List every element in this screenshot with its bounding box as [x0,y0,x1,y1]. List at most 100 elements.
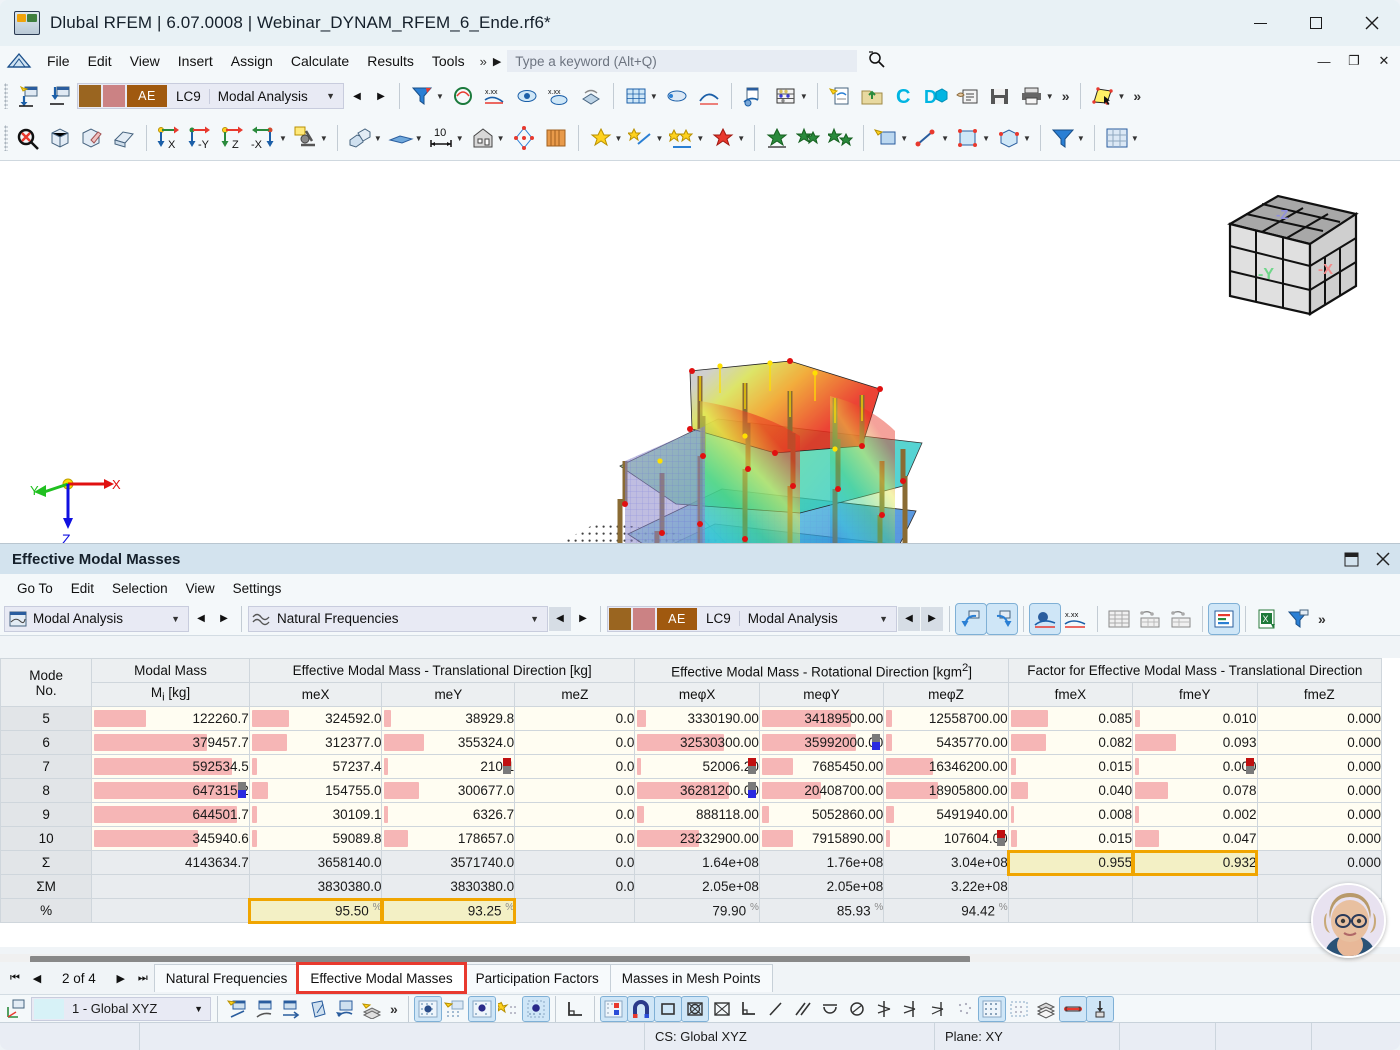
surface-element-icon[interactable] [386,123,416,153]
cell-mi[interactable]: 644501.7 [91,802,250,827]
menu-file[interactable]: File [38,50,79,72]
import-load-case-icon[interactable] [45,81,75,111]
edit-work-plane-icon[interactable] [305,997,331,1021]
cell-mez[interactable]: 0.0 [514,778,636,803]
chevron-down-icon[interactable]: ▼ [800,92,808,101]
cell-mex[interactable]: 59089.8 [248,826,383,851]
point-snap-icon[interactable] [521,995,550,1022]
cell-mphz[interactable]: 18905800.00 [883,778,1009,803]
load-surface-icon[interactable] [826,123,856,153]
filter-results-icon[interactable] [407,81,437,111]
chevron-down-icon[interactable]: ▼ [655,134,663,143]
cell-mi[interactable]: 379457.7 [91,730,250,755]
magnet-snap-icon[interactable] [626,995,655,1022]
render-layers-icon[interactable] [1033,997,1059,1021]
cell-mphx[interactable]: 32530300.00 [634,730,760,755]
panel-lc-prev-button[interactable]: ◀ [898,606,920,631]
snap-ellipse-icon[interactable] [844,997,870,1021]
model-cloud-icon[interactable]: D [921,81,951,111]
goto-next-result-icon[interactable] [986,602,1018,635]
snap-parallel-icon[interactable] [790,997,816,1021]
last-page-button[interactable]: ⏭ [132,966,154,990]
object-snap-icon[interactable] [467,995,496,1022]
search-icon[interactable] [867,50,887,72]
snap-point-cloud-icon[interactable] [952,997,978,1021]
analysis-next-button[interactable]: ▶ [213,607,235,631]
result-legend-icon[interactable] [694,81,724,111]
result-prev-button[interactable]: ◀ [549,606,571,631]
cell-fmez[interactable]: 0.000 [1256,826,1383,851]
minimize-button[interactable] [1232,0,1288,46]
cell-fmez[interactable]: 0.000 [1256,706,1383,731]
menu-edit[interactable]: Edit [79,50,121,72]
chevron-down-icon[interactable]: ▼ [900,134,908,143]
insert-solid-icon[interactable] [994,123,1024,153]
new-load-case-icon[interactable] [13,81,43,111]
extrude-model-icon[interactable] [109,123,139,153]
doc-minimize-button[interactable]: — [1314,51,1334,71]
cell-mphx[interactable]: 3330190.00 [634,706,760,731]
chevron-down-icon[interactable]: ▼ [415,134,423,143]
show-values-icon[interactable]: x.xx [480,81,510,111]
cell-mey[interactable]: 6326.7 [381,802,516,827]
model-viewport-3d[interactable]: X Y X Y Z [0,160,1400,557]
show-loads-icon[interactable] [1085,995,1114,1022]
snap-midpoint-icon[interactable] [653,995,682,1022]
snap-arc-icon[interactable] [817,997,843,1021]
open-folder-icon[interactable] [857,81,887,111]
toolbar-overflow-button-2[interactable]: » [1129,88,1145,104]
analysis-type-combo[interactable]: Modal Analysis ▼ [4,605,189,632]
panel-menu-edit[interactable]: Edit [62,579,103,598]
chevron-down-icon[interactable]: ▼ [1131,134,1139,143]
deformation-view-icon[interactable] [662,81,692,111]
table-selected-rows-icon[interactable] [1135,604,1165,634]
panel-lc-next-button[interactable]: ▶ [921,606,943,631]
cell-mex[interactable]: 312377.0 [248,730,383,755]
cell-mphy[interactable]: 7685450.00 [758,754,885,779]
chevron-down-icon[interactable]: ▼ [320,134,328,143]
cell-mey[interactable]: 38929.8 [381,706,516,731]
chevron-down-icon[interactable]: ▼ [1046,92,1054,101]
menu-insert[interactable]: Insert [169,50,222,72]
bottom-toolbar-overflow[interactable]: » [386,1001,402,1017]
cell-mphx[interactable]: 23232900.00 [634,826,760,851]
cell-fmey[interactable]: 0.093 [1132,730,1258,755]
show-result-diagram-icon[interactable] [512,81,542,111]
toolbar-overflow-button[interactable]: » [1058,88,1074,104]
cell-mi[interactable]: 345940.6 [91,826,250,851]
reset-work-plane-icon[interactable] [332,997,358,1021]
chevron-down-icon[interactable]: ▼ [279,134,287,143]
work-plane-layers-icon[interactable] [359,997,385,1021]
deselect-all-icon[interactable] [13,123,43,153]
close-button[interactable] [1344,0,1400,46]
table-row[interactable]: 6 379457.7 312377.0 355324.0 0.0 32530300.00 3… [0,730,1383,755]
print-icon[interactable] [1017,81,1047,111]
tab-natural-frequencies[interactable]: Natural Frequencies [153,964,300,992]
show-grid-icon[interactable] [977,995,1006,1022]
cell-mex[interactable]: 324592.0 [248,706,383,731]
snap-line-icon[interactable] [763,997,789,1021]
building-model-icon[interactable] [468,123,498,153]
snap-tangent-icon[interactable] [871,997,897,1021]
chevron-down-icon[interactable]: ▼ [497,134,505,143]
cell-mez[interactable]: 0.0 [514,802,636,827]
chevron-down-icon[interactable]: ▼ [696,134,704,143]
insert-surface-icon[interactable] [953,123,983,153]
goto-previous-result-icon[interactable] [955,602,987,635]
view-minus-y-direction-icon[interactable]: -Y [186,123,216,153]
dimension-icon[interactable]: 10 [427,123,457,153]
cell-fmey[interactable]: 0.002 [1132,802,1258,827]
panel-menu-view[interactable]: View [177,579,224,598]
solid-element-icon[interactable] [541,123,571,153]
chevron-down-icon[interactable]: ▼ [187,1004,210,1014]
chart-view-icon[interactable] [1208,602,1240,635]
cell-fmex[interactable]: 0.082 [1007,730,1134,755]
view-x-direction-icon[interactable]: X [154,123,184,153]
insert-node-icon[interactable] [871,123,901,153]
table-all-rows-icon[interactable] [1104,604,1134,634]
cell-mphy[interactable]: 5052860.00 [758,802,885,827]
chevron-down-icon[interactable]: ▼ [615,134,623,143]
result-table-combo[interactable]: Natural Frequencies ▼ [248,605,548,632]
panel-toolbar-overflow[interactable]: » [1314,611,1330,627]
grid-new-icon[interactable] [442,997,468,1021]
